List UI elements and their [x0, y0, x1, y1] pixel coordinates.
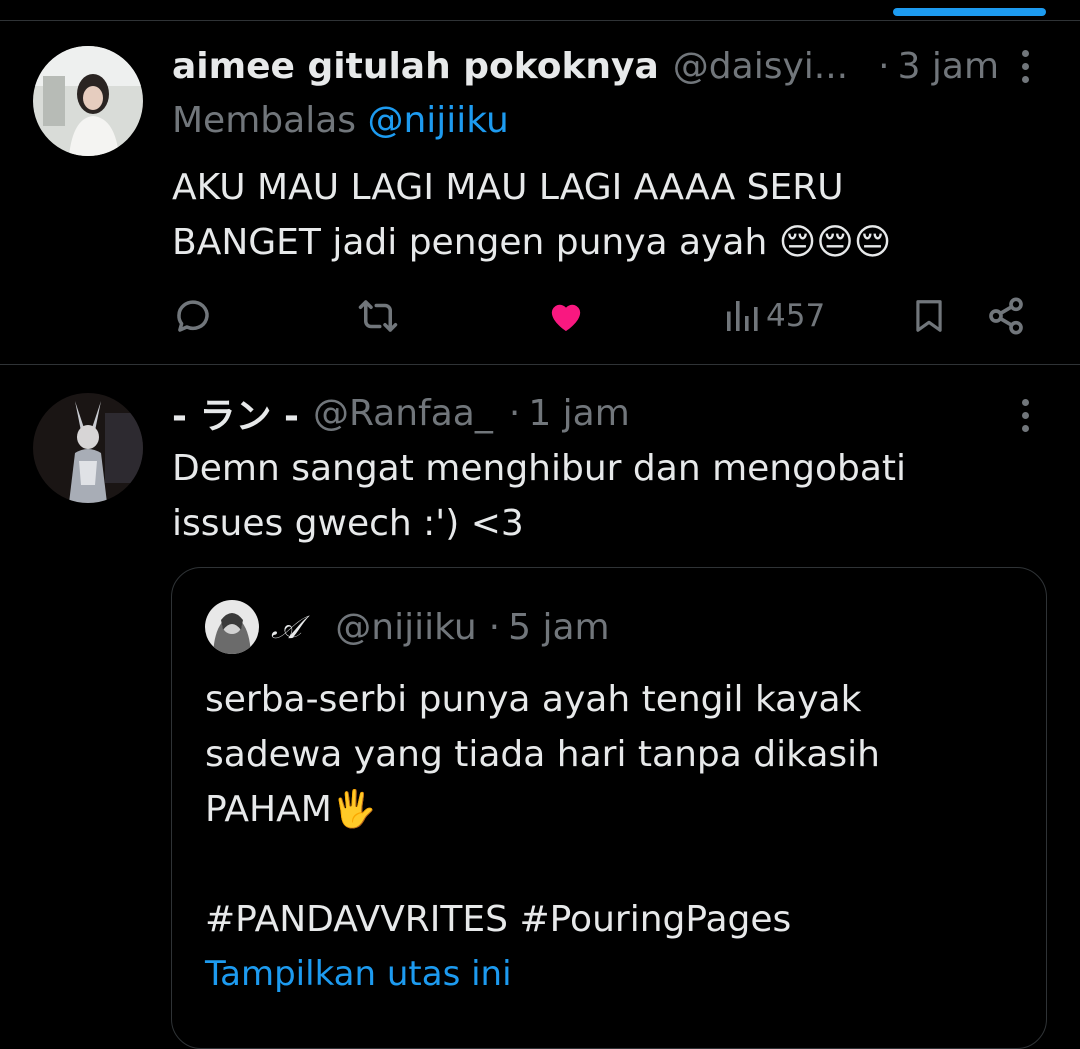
quoted-avatar: [205, 600, 259, 654]
more-icon[interactable]: [1010, 395, 1040, 435]
quoted-timestamp: 5 jam: [508, 606, 610, 648]
user-handle[interactable]: @Ranfaa_: [313, 393, 493, 434]
scroll-indicator: [893, 8, 1046, 16]
display-name[interactable]: - ラン -: [172, 387, 299, 439]
tweet-text: AKU MAU LAGI MAU LAGI AAAA SERU BANGET j…: [172, 167, 892, 263]
like-button[interactable]: [546, 290, 586, 342]
retweet-button[interactable]: [356, 290, 400, 342]
quoted-text-line: sadewa yang tiada hari tanpa dikasih: [205, 734, 880, 775]
replying-to-link[interactable]: @nijiiku: [367, 100, 508, 141]
display-name[interactable]: aimee gitulah pokoknya: [172, 46, 659, 87]
tweet-reply-aimee[interactable]: aimee gitulah pokoknya @daisyi... · 3 ja…: [0, 20, 1080, 365]
separator-dot: ·: [488, 606, 501, 648]
more-icon[interactable]: [1010, 46, 1040, 86]
tweet-text: Demn sangat menghibur dan mengobati issu…: [172, 448, 907, 544]
action-bar: 457: [172, 290, 1032, 342]
replying-label: Membalas: [172, 100, 357, 141]
views-icon: [727, 301, 758, 331]
timestamp[interactable]: 1 jam: [528, 393, 629, 434]
quoted-text: serba-serbi punya ayah tengil kayak sade…: [205, 672, 1015, 947]
replying-to: Membalas @nijiiku: [172, 100, 509, 141]
quoted-text-line: PAHAM🖐️: [205, 789, 377, 830]
reply-icon: [177, 300, 209, 332]
bookmark-icon: [916, 300, 942, 332]
reply-button[interactable]: [172, 290, 214, 342]
views-button[interactable]: 457: [724, 290, 825, 342]
user-handle[interactable]: @daisyi...: [673, 46, 848, 87]
show-thread-link[interactable]: Tampilkan utas ini: [205, 954, 512, 994]
avatar[interactable]: [33, 46, 143, 156]
separator-dot: ·: [508, 392, 521, 434]
share-button[interactable]: [986, 290, 1026, 342]
timestamp[interactable]: 3 jam: [898, 46, 999, 87]
avatar[interactable]: [33, 393, 143, 503]
quoted-handle: @nijiiku: [335, 606, 477, 648]
share-icon: [989, 297, 1023, 335]
quoted-hashtags[interactable]: #PANDAVVRITES #PouringPages: [205, 892, 1015, 947]
views-count: 457: [766, 298, 826, 334]
separator-dot: ·: [878, 45, 890, 87]
like-icon: [551, 304, 581, 331]
retweet-icon: [358, 300, 398, 332]
quoted-tweet[interactable]: 𝒜 @nijiiku · 5 jam serba-serbi punya aya…: [171, 567, 1047, 1049]
quoted-text-line: serba-serbi punya ayah tengil kayak: [205, 679, 862, 720]
tweet-quote-ranfaa[interactable]: - ラン - @Ranfaa_ · 1 jam Demn sangat meng…: [0, 365, 1080, 1049]
bookmark-button[interactable]: [910, 290, 948, 342]
quoted-display-name: 𝒜: [271, 607, 302, 646]
